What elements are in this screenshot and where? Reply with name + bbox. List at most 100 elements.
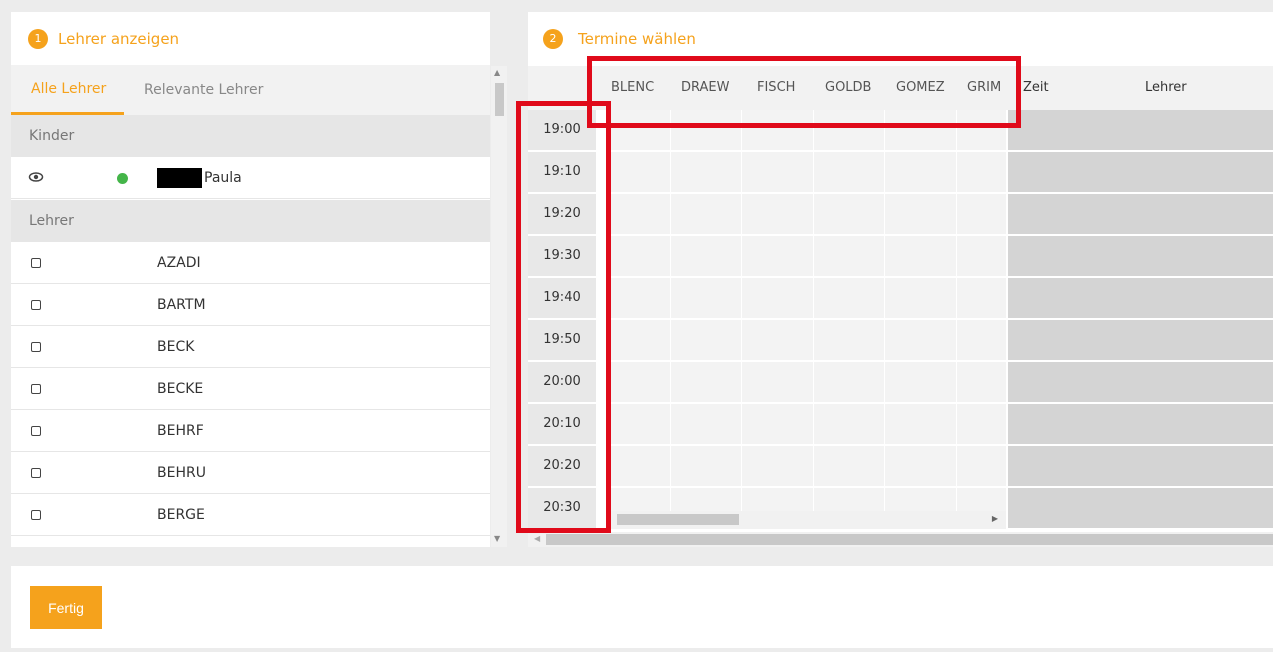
booked-slot-area xyxy=(1008,446,1273,486)
checkbox-icon[interactable] xyxy=(31,384,41,394)
booked-slot-area xyxy=(1008,194,1273,234)
tab-relevant-teachers[interactable]: Relevante Lehrer xyxy=(144,65,263,115)
booked-slot-area xyxy=(1008,320,1273,360)
teacher-row[interactable]: BEHRU xyxy=(11,452,490,494)
checkbox-icon[interactable] xyxy=(31,258,41,268)
horizontal-scrollbar-thumb[interactable] xyxy=(617,514,739,525)
booked-slot-area xyxy=(1008,362,1273,402)
teacher-row[interactable]: AZADI xyxy=(11,242,490,284)
appointment-slot[interactable] xyxy=(885,194,957,234)
teacher-name: AZADI xyxy=(157,255,201,271)
appointment-slot[interactable] xyxy=(611,446,671,486)
appointment-slot[interactable] xyxy=(814,446,885,486)
teacher-name: BEHRF xyxy=(157,423,204,439)
appointment-slot[interactable] xyxy=(957,404,1007,444)
appointment-slot[interactable] xyxy=(671,320,742,360)
checkbox-icon[interactable] xyxy=(31,426,41,436)
appointment-slot[interactable] xyxy=(611,320,671,360)
appointment-slot[interactable] xyxy=(814,194,885,234)
appointment-slot[interactable] xyxy=(814,404,885,444)
appointment-slot[interactable] xyxy=(885,320,957,360)
appointment-slot[interactable] xyxy=(957,320,1007,360)
eye-icon[interactable] xyxy=(28,169,44,189)
step-number-badge: 1 xyxy=(28,28,48,49)
appointment-slot[interactable] xyxy=(957,194,1007,234)
scroll-left-arrow-icon[interactable]: ◀ xyxy=(534,534,540,543)
appointment-slot[interactable] xyxy=(957,152,1007,192)
left-list-scrollbar[interactable]: ▲ ▼ xyxy=(491,66,507,547)
appointment-slot[interactable] xyxy=(957,362,1007,402)
appointment-slot[interactable] xyxy=(671,152,742,192)
scroll-up-arrow-icon[interactable]: ▲ xyxy=(494,68,500,77)
appointment-slot[interactable] xyxy=(742,278,814,318)
appointment-slot[interactable] xyxy=(885,362,957,402)
appointment-slot[interactable] xyxy=(742,236,814,276)
appointment-slot[interactable] xyxy=(742,404,814,444)
teacher-row[interactable]: BECK xyxy=(11,326,490,368)
child-row[interactable]: Paula xyxy=(11,157,490,199)
appointment-slot[interactable] xyxy=(671,278,742,318)
appointment-slot[interactable] xyxy=(885,278,957,318)
teacher-name: BEHRU xyxy=(157,465,206,481)
column-header-zeit: Zeit xyxy=(1023,66,1049,110)
appointment-slot[interactable] xyxy=(742,320,814,360)
checkbox-icon[interactable] xyxy=(31,468,41,478)
child-name: Paula xyxy=(204,170,242,186)
left-panel-title: Lehrer anzeigen xyxy=(58,29,180,48)
booked-slot-area xyxy=(1008,404,1273,444)
appointment-slot[interactable] xyxy=(814,278,885,318)
appointment-slot[interactable] xyxy=(814,152,885,192)
appointment-slot[interactable] xyxy=(611,404,671,444)
horizontal-scrollbar[interactable]: ▶ xyxy=(609,511,1006,529)
tab-all-teachers[interactable]: Alle Lehrer xyxy=(11,65,124,115)
appointment-slot[interactable] xyxy=(611,236,671,276)
appointment-slot[interactable] xyxy=(742,446,814,486)
appointment-slot[interactable] xyxy=(611,362,671,402)
appointment-slot[interactable] xyxy=(814,362,885,402)
teacher-row[interactable]: BECKE xyxy=(11,368,490,410)
group-header-children: Kinder xyxy=(11,115,490,157)
footer-bar: Fertig xyxy=(11,566,1273,648)
booked-slot-area xyxy=(1008,488,1273,528)
scroll-down-arrow-icon[interactable]: ▼ xyxy=(494,534,500,543)
appointment-slot[interactable] xyxy=(611,194,671,234)
appointment-slot[interactable] xyxy=(957,278,1007,318)
appointment-slot[interactable] xyxy=(671,446,742,486)
teacher-name: BECK xyxy=(157,339,195,355)
appointment-slot[interactable] xyxy=(885,152,957,192)
appointment-slot[interactable] xyxy=(671,194,742,234)
booked-slot-area xyxy=(1008,236,1273,276)
appointment-slot[interactable] xyxy=(671,362,742,402)
right-panel-title: Termine wählen xyxy=(578,29,696,48)
appointment-slot[interactable] xyxy=(814,236,885,276)
teacher-name: BARTM xyxy=(157,297,206,313)
teacher-row[interactable]: BARTM xyxy=(11,284,490,326)
appointment-slot[interactable] xyxy=(957,236,1007,276)
left-panel: 1 Lehrer anzeigen Alle Lehrer Relevante … xyxy=(11,12,490,547)
redacted-surname-block xyxy=(157,168,202,188)
appointment-slot[interactable] xyxy=(814,320,885,360)
appointment-slot[interactable] xyxy=(611,278,671,318)
highlight-box-teacher-columns xyxy=(587,56,1021,128)
appointment-slot[interactable] xyxy=(742,194,814,234)
checkbox-icon[interactable] xyxy=(31,342,41,352)
scroll-right-arrow-icon[interactable]: ▶ xyxy=(992,514,998,523)
bottom-scrollbar-thumb[interactable] xyxy=(546,534,1273,545)
appointment-slot[interactable] xyxy=(671,236,742,276)
appointment-slot[interactable] xyxy=(885,446,957,486)
appointment-slot[interactable] xyxy=(885,404,957,444)
appointment-slot[interactable] xyxy=(671,404,742,444)
checkbox-icon[interactable] xyxy=(31,300,41,310)
teacher-name: BERGE xyxy=(157,507,205,523)
teacher-row[interactable]: BEHRF xyxy=(11,410,490,452)
appointment-slot[interactable] xyxy=(957,446,1007,486)
done-button[interactable]: Fertig xyxy=(30,586,102,629)
appointment-slot[interactable] xyxy=(611,152,671,192)
bottom-scrollbar[interactable]: ◀ xyxy=(528,532,1273,547)
scrollbar-thumb[interactable] xyxy=(495,83,504,116)
teacher-row[interactable]: BERGE xyxy=(11,494,490,536)
appointment-slot[interactable] xyxy=(742,362,814,402)
appointment-slot[interactable] xyxy=(885,236,957,276)
appointment-slot[interactable] xyxy=(742,152,814,192)
checkbox-icon[interactable] xyxy=(31,510,41,520)
